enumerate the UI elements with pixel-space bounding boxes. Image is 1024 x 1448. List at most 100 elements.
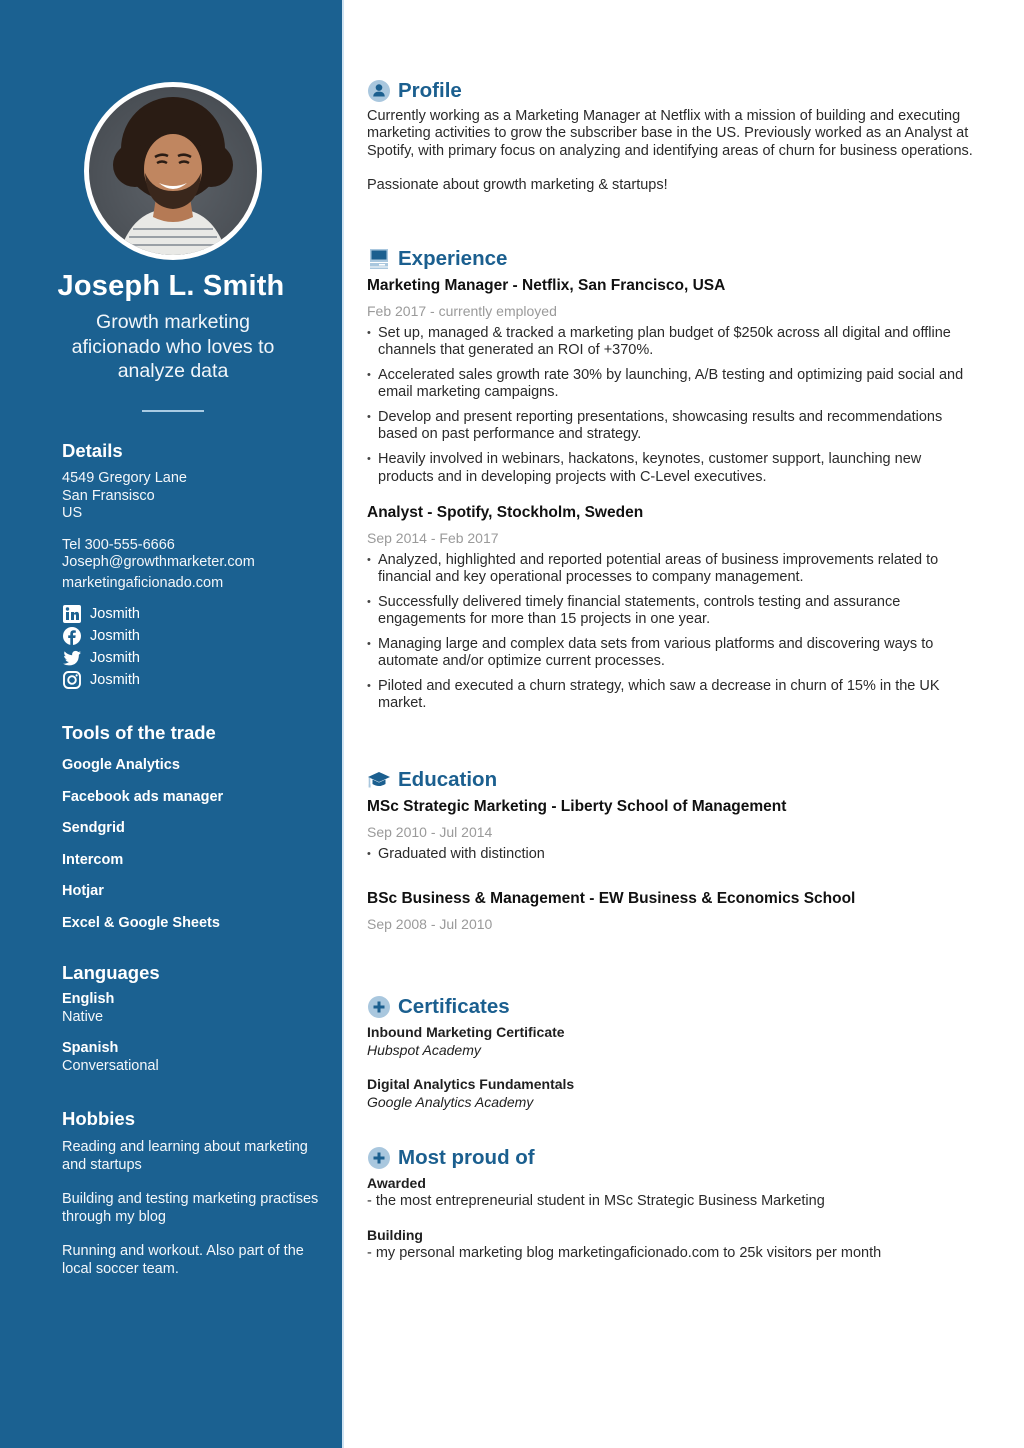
sidebar-divider bbox=[142, 410, 204, 412]
job-bullet: Set up, managed & tracked a marketing pl… bbox=[367, 325, 977, 360]
hobby-item: Building and testing marketing practises… bbox=[62, 1191, 319, 1225]
social-links: Josmith Josmith Josmith Josmith bbox=[62, 603, 332, 691]
certificate-name: Digital Analytics Fundamentals bbox=[367, 1076, 575, 1092]
profile-summary: Currently working as a Marketing Manager… bbox=[367, 108, 973, 159]
proud-heading: Most proud of bbox=[398, 1146, 535, 1169]
address: 4549 Gregory Lane San Fransisco US bbox=[62, 470, 332, 523]
proud-item: Awarded - the most entrepreneurial stude… bbox=[367, 1175, 977, 1210]
tool-item: Sendgrid bbox=[62, 820, 125, 836]
twitter-icon bbox=[63, 650, 81, 666]
language-item: Spanish Conversational bbox=[62, 1040, 332, 1075]
tool-item: Excel & Google Sheets bbox=[62, 914, 220, 931]
degree-bullets: Graduated with distinction bbox=[367, 846, 977, 864]
profile-header: Profile bbox=[367, 78, 977, 104]
job-title: Analyst - Spotify, Stockholm, Sweden bbox=[367, 503, 644, 521]
job-entry: Marketing Manager - Netflix, San Francis… bbox=[367, 276, 977, 486]
experience-section: Experience Marketing Manager - Netflix, … bbox=[367, 246, 977, 720]
linkedin-icon bbox=[63, 605, 81, 623]
language-level: Native bbox=[62, 1008, 104, 1025]
language-name: English bbox=[62, 991, 115, 1007]
job-bullet: Successfully delivered timely financial … bbox=[367, 594, 977, 629]
job-title: Marketing Manager - Netflix, San Francis… bbox=[367, 277, 726, 294]
education-heading: Education bbox=[398, 768, 498, 791]
degree-bullet: Graduated with distinction bbox=[367, 846, 977, 864]
language-item: English Native bbox=[62, 991, 332, 1026]
computer-icon bbox=[370, 249, 388, 269]
facebook-handle: Josmith bbox=[90, 628, 140, 644]
job-bullet: Piloted and executed a churn strategy, w… bbox=[367, 678, 977, 713]
education-header: Education bbox=[367, 767, 977, 793]
tool-item: Hotjar bbox=[62, 883, 104, 899]
tool-item: Facebook ads manager bbox=[62, 788, 224, 805]
job-bullet: Heavily involved in webinars, hackatons,… bbox=[367, 451, 977, 486]
candidate-tagline: Growth marketing aficionado who loves to… bbox=[71, 311, 275, 382]
job-entry: Analyst - Spotify, Stockholm, Sweden Sep… bbox=[367, 503, 977, 713]
certificate-org: Hubspot Academy bbox=[367, 1041, 481, 1058]
degree-title: BSc Business & Management - EW Business … bbox=[367, 890, 856, 908]
plus-circle-icon bbox=[368, 996, 390, 1018]
contact-info: Tel 300-555-6666 Joseph@growthmarketer.c… bbox=[62, 537, 332, 593]
details-heading: Details bbox=[62, 440, 123, 461]
twitter-handle: Josmith bbox=[90, 650, 140, 666]
graduation-cap-icon bbox=[368, 772, 390, 788]
language-level: Conversational bbox=[62, 1057, 159, 1074]
language-name: Spanish bbox=[62, 1040, 119, 1056]
certificates-header: Certificates bbox=[367, 994, 977, 1020]
candidate-name: Joseph L. Smith bbox=[57, 270, 285, 302]
languages-heading: Languages bbox=[62, 962, 160, 983]
degree-dates: Sep 2008 - Jul 2010 bbox=[367, 916, 493, 933]
hobby-item: Reading and learning about marketing and… bbox=[62, 1139, 308, 1173]
address-country: US bbox=[62, 505, 83, 521]
certificate-item: Inbound Marketing Certificate Hubspot Ac… bbox=[367, 1024, 977, 1059]
sidebar: Joseph L. Smith Growth marketing aficion… bbox=[0, 0, 344, 1448]
user-icon bbox=[368, 80, 390, 102]
linkedin-handle: Josmith bbox=[90, 606, 140, 622]
email-link[interactable]: Joseph@growthmarketer.com bbox=[62, 554, 332, 572]
hobbies-section: Hobbies Reading and learning about marke… bbox=[62, 1108, 332, 1295]
languages-section: Languages English Native Spanish Convers… bbox=[62, 962, 332, 1089]
job-bullets: Analyzed, highlighted and reported poten… bbox=[367, 552, 977, 713]
job-bullet: Analyzed, highlighted and reported poten… bbox=[367, 552, 977, 587]
tools-section: Tools of the trade Google Analytics Face… bbox=[62, 722, 332, 946]
social-linkedin[interactable]: Josmith bbox=[62, 603, 332, 625]
details-section: Details 4549 Gregory Lane San Fransisco … bbox=[62, 440, 332, 691]
certificates-section: Certificates Inbound Marketing Certifica… bbox=[367, 994, 977, 1128]
proud-header: Most proud of bbox=[367, 1145, 977, 1171]
instagram-handle: Josmith bbox=[90, 672, 140, 688]
profile-passion: Passionate about growth marketing & star… bbox=[367, 176, 668, 193]
education-section: Education MSc Strategic Marketing - Libe… bbox=[367, 767, 977, 938]
tool-item: Google Analytics bbox=[62, 757, 180, 773]
proud-item-text: - my personal marketing blog marketingaf… bbox=[367, 1244, 882, 1261]
tools-heading: Tools of the trade bbox=[62, 722, 216, 743]
social-instagram[interactable]: Josmith bbox=[62, 669, 332, 691]
education-entry: BSc Business & Management - EW Business … bbox=[367, 889, 977, 933]
address-street: 4549 Gregory Lane bbox=[62, 470, 187, 486]
job-bullet: Managing large and complex data sets fro… bbox=[367, 636, 977, 671]
website-link[interactable]: marketingaficionado.com bbox=[62, 575, 332, 593]
education-entry: MSc Strategic Marketing - Liberty School… bbox=[367, 797, 977, 864]
tool-item: Intercom bbox=[62, 851, 124, 868]
certificate-name: Inbound Marketing Certificate bbox=[367, 1024, 565, 1040]
certificates-heading: Certificates bbox=[398, 995, 510, 1018]
avatar bbox=[84, 82, 262, 260]
instagram-icon bbox=[63, 671, 81, 689]
certificate-item: Digital Analytics Fundamentals Google An… bbox=[367, 1076, 977, 1111]
social-facebook[interactable]: Josmith bbox=[62, 625, 332, 647]
avatar-photo bbox=[113, 97, 233, 255]
proud-item-heading: Awarded bbox=[367, 1175, 426, 1191]
experience-header: Experience bbox=[367, 246, 977, 272]
certificate-org: Google Analytics Academy bbox=[367, 1093, 534, 1110]
profile-heading: Profile bbox=[398, 79, 462, 102]
job-bullet: Develop and present reporting presentati… bbox=[367, 409, 977, 444]
hobby-item: Running and workout. Also part of the lo… bbox=[62, 1243, 304, 1277]
degree-dates: Sep 2010 - Jul 2014 bbox=[367, 824, 493, 840]
job-dates: Sep 2014 - Feb 2017 bbox=[367, 529, 499, 546]
social-twitter[interactable]: Josmith bbox=[62, 647, 332, 669]
degree-title: MSc Strategic Marketing - Liberty School… bbox=[367, 798, 787, 815]
address-city: San Fransisco bbox=[62, 487, 155, 504]
proud-item-heading: Building bbox=[367, 1227, 423, 1243]
profile-section: Profile Currently working as a Marketing… bbox=[367, 78, 977, 194]
proud-item-text: - the most entrepreneurial student in MS… bbox=[367, 1192, 825, 1209]
proud-item: Building - my personal marketing blog ma… bbox=[367, 1227, 977, 1262]
job-bullet: Accelerated sales growth rate 30% by lau… bbox=[367, 367, 977, 402]
